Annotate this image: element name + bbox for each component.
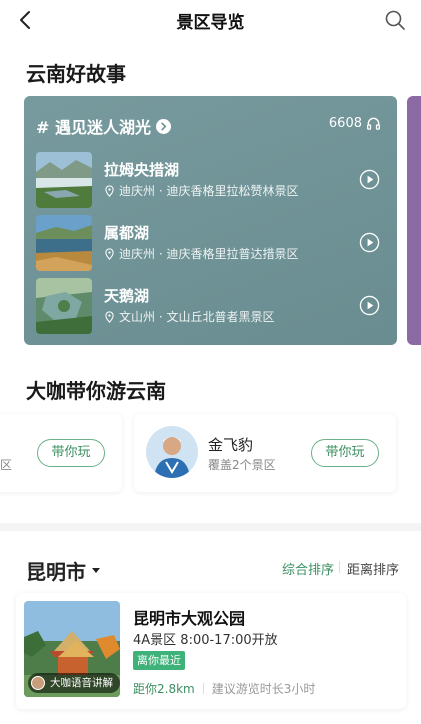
story-item-location-text: 迪庆州 · 迪庆香格里拉松赞林景区 <box>119 184 299 198</box>
page-title: 景区导览 <box>176 13 245 33</box>
story-item-location-text: 文山州 · 文山丘北普者黑景区 <box>119 310 275 324</box>
play-with-me-button[interactable]: 带你玩 <box>37 439 105 467</box>
guide-card-partial[interactable]: 区 带你玩 <box>0 414 122 492</box>
story-item-location: 迪庆州 · 迪庆香格里拉普达措景区 <box>104 245 298 262</box>
story-topic-header[interactable]: # 遇见迷人湖光 <box>36 114 171 138</box>
sort-distance[interactable]: 距离排序 <box>347 559 399 578</box>
story-topic-title: # 遇见迷人湖光 <box>36 118 151 137</box>
story-item-location: 迪庆州 · 迪庆香格里拉松赞林景区 <box>104 182 298 199</box>
story-item-name: 天鹅湖 <box>104 287 150 305</box>
story-item-location-text: 迪庆州 · 迪庆香格里拉普达措景区 <box>119 247 299 261</box>
play-icon[interactable] <box>359 232 380 253</box>
caret-down-icon <box>92 568 100 573</box>
guide-coverage-fragment: 区 <box>0 458 13 472</box>
guides-section-title: 大咖带你游云南 <box>26 379 166 403</box>
nav-bar: 景区导览 <box>0 0 421 40</box>
section-divider <box>0 523 421 531</box>
avatar <box>146 426 198 478</box>
city-selector[interactable]: 昆明市 <box>26 556 100 585</box>
search-icon[interactable] <box>383 8 407 32</box>
story-item[interactable]: 拉姆央措湖 迪庆州 · 迪庆香格里拉松赞林景区 <box>36 152 386 208</box>
story-thumbnail <box>36 278 92 334</box>
city-name: 昆明市 <box>26 560 86 584</box>
scenic-spot-distance-row: 距你2.8km 建议游览时长3小时 <box>133 680 315 697</box>
listen-count-value: 6608 <box>328 116 362 131</box>
location-pin-icon <box>105 184 114 197</box>
next-story-card-peek[interactable] <box>407 96 421 345</box>
scenic-spot-name: 昆明市大观公园 <box>133 609 246 628</box>
story-item[interactable]: 属都湖 迪庆州 · 迪庆香格里拉普达措景区 <box>36 215 386 271</box>
sort-comprehensive[interactable]: 综合排序 <box>282 559 334 578</box>
separator <box>202 683 204 694</box>
scenic-spot-card[interactable]: 大咖语音讲解 昆明市大观公园 4A景区 8:00-17:00开放 离你最近 距你… <box>16 593 406 709</box>
story-item-name: 拉姆央措湖 <box>104 161 180 179</box>
audio-guide-label: 大咖语音讲解 <box>50 677 113 689</box>
location-pin-icon <box>105 310 114 323</box>
story-thumbnail <box>36 215 92 271</box>
scenic-spot-distance: 距你2.8km <box>133 682 195 696</box>
play-with-me-button[interactable]: 带你玩 <box>311 439 379 467</box>
play-icon[interactable] <box>359 295 380 316</box>
story-item-name: 属都湖 <box>104 224 150 242</box>
listen-count: 6608 <box>329 116 381 131</box>
guide-card[interactable]: 金飞豹 覆盖2个景区 带你玩 <box>134 414 396 492</box>
story-thumbnail <box>36 152 92 208</box>
guide-name: 金飞豹 <box>208 436 254 454</box>
story-item[interactable]: 天鹅湖 文山州 · 文山丘北普者黑景区 <box>36 278 386 334</box>
nearest-tag: 离你最近 <box>133 651 185 670</box>
headphones-icon <box>367 117 380 130</box>
suggested-duration: 建议游览时长3小时 <box>211 682 316 696</box>
story-topic-card[interactable]: # 遇见迷人湖光 6608 拉姆央措湖 迪庆州 · 迪庆香格里拉松赞林景区 属都… <box>24 96 397 345</box>
stories-section-title: 云南好故事 <box>26 62 126 86</box>
guide-coverage: 覆盖2个景区 <box>208 458 276 472</box>
play-icon[interactable] <box>359 169 380 190</box>
location-pin-icon <box>105 247 114 260</box>
audio-guide-badge: 大咖语音讲解 <box>28 673 120 693</box>
sort-separator <box>339 561 340 573</box>
avatar <box>31 676 45 690</box>
scenic-spot-info: 4A景区 8:00-17:00开放 <box>133 633 278 648</box>
story-item-location: 文山州 · 文山丘北普者黑景区 <box>104 308 274 325</box>
scenic-spot-image: 大咖语音讲解 <box>24 601 120 697</box>
chevron-right-icon <box>155 118 171 134</box>
